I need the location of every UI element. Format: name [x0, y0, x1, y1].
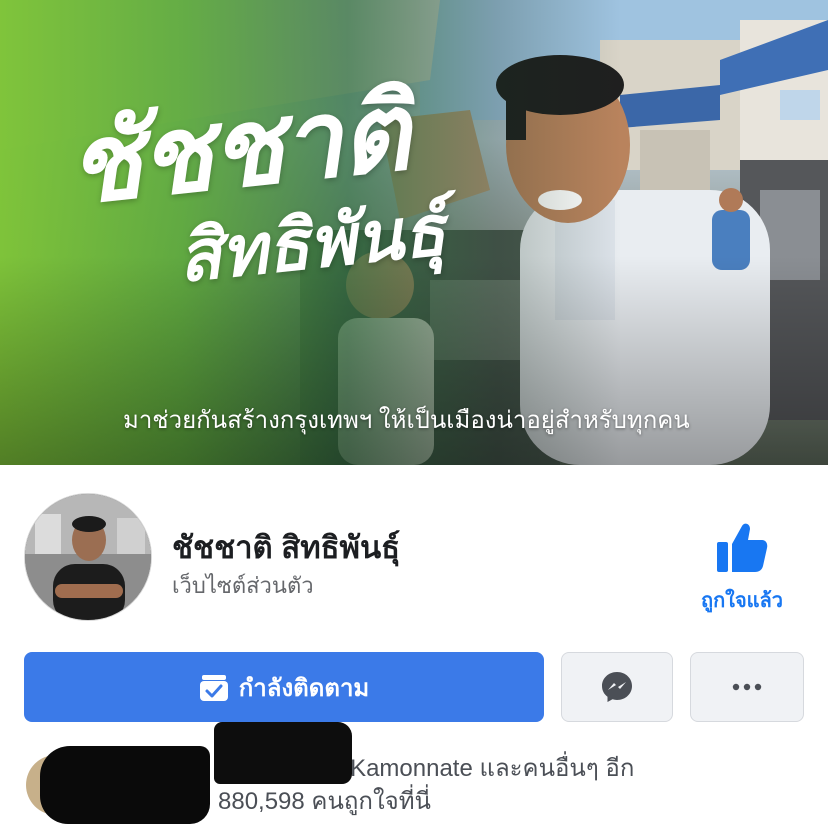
cover-title: ชัชชาติ สิทธิพันธุ์ — [62, 64, 501, 311]
cover-slogan: มาช่วยกันสร้างกรุงเทพฯ ให้เป็นเมืองน่าอย… — [123, 407, 690, 434]
social-context-line2: 880,598 คนถูกใจที่นี่ — [218, 788, 431, 815]
avatar[interactable] — [24, 493, 152, 621]
page-category: เว็บไซต์ส่วนตัว — [172, 573, 314, 598]
more-dots-icon — [732, 683, 762, 691]
following-label: กำลังติดตาม — [238, 674, 370, 702]
profile-photo — [25, 494, 151, 620]
messenger-button[interactable] — [561, 652, 673, 722]
following-check-icon — [199, 675, 228, 701]
liked-button[interactable]: ถูกใจแล้ว — [686, 520, 798, 616]
page-title: ชัชชาติ สิทธิพันธุ์ — [172, 530, 401, 565]
following-button[interactable]: กำลังติดตาม — [24, 652, 544, 722]
thumbs-up-icon — [717, 523, 768, 572]
messenger-icon — [602, 672, 632, 702]
redaction-mark — [214, 722, 352, 784]
cover-photo[interactable]: ชัชชาติ สิทธิพันธุ์ มาช่วยกันสร้างกรุงเท… — [0, 0, 828, 465]
liked-label: ถูกใจแล้ว — [700, 590, 784, 612]
more-button[interactable] — [690, 652, 804, 722]
redaction-mark — [40, 746, 210, 824]
